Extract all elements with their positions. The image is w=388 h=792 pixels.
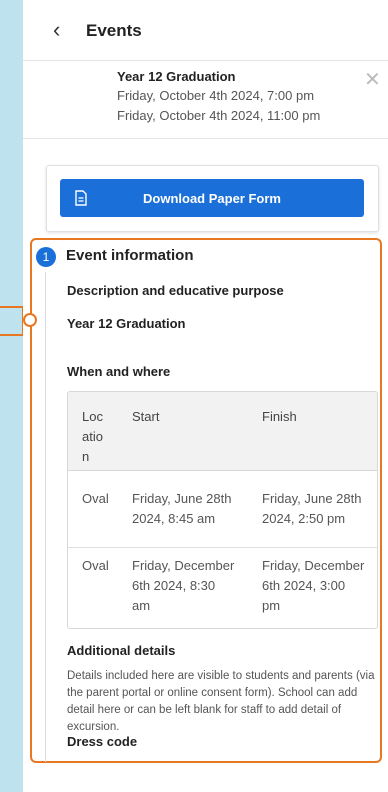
schedule-table: Loc atio n Start Finish Oval Friday, Jun… — [67, 391, 378, 629]
step-timeline — [45, 272, 46, 762]
row-divider — [68, 547, 377, 548]
step-content: 1 Event information Description and educ… — [0, 0, 388, 792]
description-value: Year 12 Graduation — [67, 316, 186, 331]
when-where-label: When and where — [67, 364, 171, 379]
description-label: Description and educative purpose — [67, 283, 284, 298]
row-finish: Friday, June 28th 2024, 2:50 pm — [262, 491, 362, 526]
step-title: Event information — [66, 247, 194, 264]
dress-code-label: Dress code — [67, 734, 138, 749]
row-start: Friday, June 28th 2024, 8:45 am — [132, 491, 232, 526]
column-header-finish: Finish — [262, 409, 297, 424]
additional-details-label: Additional details — [67, 643, 176, 658]
additional-details-text: Details included here are visible to stu… — [67, 670, 375, 733]
row-finish: Friday, December 6th 2024, 3:00 pm — [262, 558, 365, 613]
step-number-badge: 1 — [36, 247, 56, 267]
column-header-location: Loc atio n — [82, 409, 103, 464]
row-location: Oval — [82, 491, 109, 506]
table-header: Loc atio n Start Finish — [68, 392, 377, 471]
row-start: Friday, December 6th 2024, 8:30 am — [132, 558, 235, 613]
column-header-start: Start — [132, 409, 160, 424]
row-location: Oval — [82, 558, 109, 573]
annotation-knob — [23, 313, 37, 327]
